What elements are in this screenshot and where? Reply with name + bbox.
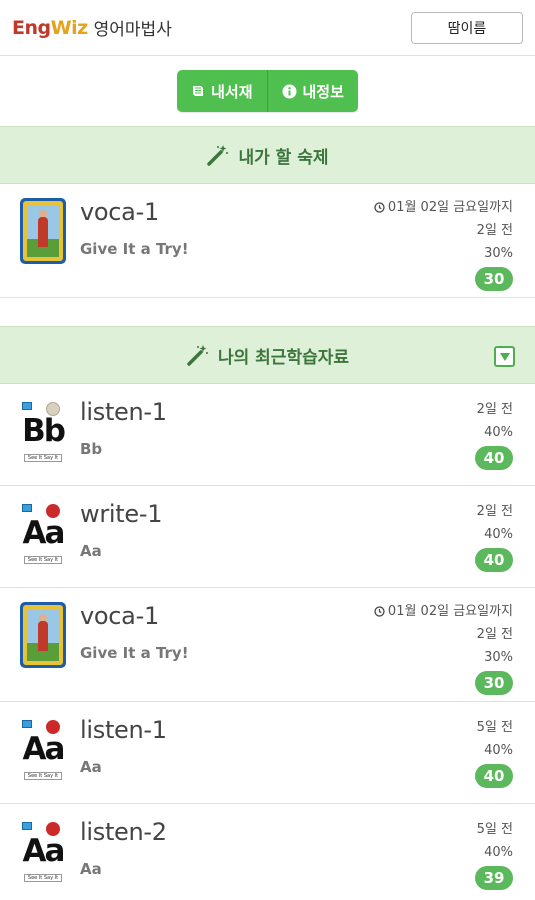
progress-percent: 30% [484,650,513,665]
progress-percent: 40% [484,425,513,440]
item-meta: 5일 전 40% 40 [475,716,513,788]
magic-wand-icon [206,143,230,167]
homework-item[interactable]: voca-1 Give It a Try! 01월 02일 금요일까지 2일 전… [0,184,535,298]
clock-icon [374,606,385,617]
item-meta: 5일 전 40% 39 [475,818,513,890]
progress-percent: 40% [484,845,513,860]
item-title: voca-1 [80,198,159,226]
brand[interactable]: EngWiz 영어마법사 [12,15,172,41]
time-ago: 5일 전 [476,720,513,735]
letter-card-thumbnail: BbSee It Say It Hear It [20,400,66,466]
logo-eng: Eng [12,16,51,39]
item-meta: 2일 전 40% 40 [475,398,513,470]
time-ago: 2일 전 [476,504,513,519]
my-books-label: 내서재 [211,82,253,101]
letter-card-thumbnail: AaSee It Say It Hear It [20,718,66,784]
due-date-text: 01월 02일 금요일까지 [387,604,513,619]
due-date-text: 01월 02일 금요일까지 [387,200,513,215]
score-badge: 30 [475,671,513,695]
thumb-letter: Bb [22,413,66,449]
info-circle-icon [282,84,297,99]
letter-card-thumbnail: AaSee It Say It Hear It [20,820,66,886]
logo: EngWiz [12,17,88,39]
item-title: listen-1 [80,398,167,426]
book-cover-thumbnail [20,602,66,668]
user-name-button[interactable]: 땀이름 [411,11,523,44]
score-badge: 40 [475,764,513,788]
logo-wiz: Wiz [50,16,89,39]
due-date: 01월 02일 금요일까지 [374,196,513,219]
time-ago: 2일 전 [476,402,513,417]
nav-segmented-control: 내서재 내정보 [177,70,358,112]
app-name: 영어마법사 [93,20,172,40]
progress-percent: 30% [484,246,513,261]
item-title: listen-2 [80,818,167,846]
progress-percent: 40% [484,527,513,542]
item-title: listen-1 [80,716,167,744]
homework-section-title: 내가 할 숙제 [238,147,329,168]
item-subtitle: Aa [80,758,102,776]
score-badge: 40 [475,446,513,470]
my-info-label: 내정보 [302,82,344,101]
item-meta: 01월 02일 금요일까지 2일 전 30% 30 [374,196,513,291]
score-badge: 40 [475,548,513,572]
app-page: EngWiz 영어마법사 땀이름 내서재 내정보 내가 할 숙제 voca-1 … [0,0,535,900]
recent-item[interactable]: voca-1 Give It a Try! 01월 02일 금요일까지 2일 전… [0,588,535,702]
book-cover-thumbnail [20,198,66,264]
recent-item[interactable]: AaSee It Say It Hear It listen-2 Aa 5일 전… [0,804,535,900]
item-subtitle: Bb [80,440,103,458]
recent-item[interactable]: BbSee It Say It Hear It listen-1 Bb 2일 전… [0,384,535,486]
item-meta: 01월 02일 금요일까지 2일 전 30% 30 [374,600,513,695]
my-books-button[interactable]: 내서재 [177,70,266,112]
item-subtitle: Aa [80,542,102,560]
magic-wand-icon [186,343,210,367]
item-subtitle: Give It a Try! [80,240,189,258]
thumb-letter: Aa [22,731,66,767]
caret-down-square-icon[interactable] [494,346,515,367]
time-ago: 2일 전 [476,223,513,238]
thumb-letter: Aa [22,833,66,869]
recent-item[interactable]: AaSee It Say It Hear It listen-1 Aa 5일 전… [0,702,535,804]
time-ago: 5일 전 [476,822,513,837]
letter-card-thumbnail: AaSee It Say It Hear It [20,502,66,568]
item-title: write-1 [80,500,163,528]
clock-icon [374,202,385,213]
progress-percent: 40% [484,743,513,758]
item-title: voca-1 [80,602,159,630]
item-meta: 2일 전 40% 40 [475,500,513,572]
recent-item[interactable]: AaSee It Say It Hear It write-1 Aa 2일 전 … [0,486,535,588]
item-subtitle: Aa [80,860,102,878]
item-subtitle: Give It a Try! [80,644,189,662]
section-gap [0,298,535,326]
recent-section-header[interactable]: 나의 최근학습자료 [0,326,535,384]
due-date: 01월 02일 금요일까지 [374,600,513,623]
nav-wrap: 내서재 내정보 [0,56,535,126]
time-ago: 2일 전 [476,627,513,642]
my-info-button[interactable]: 내정보 [266,70,358,112]
score-badge: 39 [475,866,513,890]
score-badge: 30 [475,267,513,291]
top-bar: EngWiz 영어마법사 땀이름 [0,0,535,56]
recent-section-title: 나의 최근학습자료 [217,347,350,368]
thumb-letter: Aa [22,515,66,551]
book-icon [191,84,205,98]
homework-section-header: 내가 할 숙제 [0,126,535,184]
